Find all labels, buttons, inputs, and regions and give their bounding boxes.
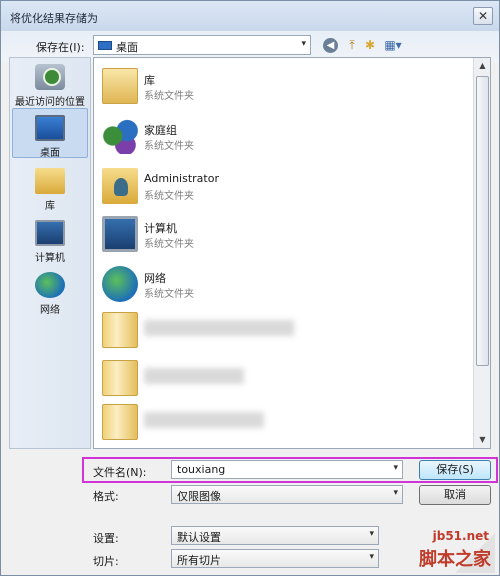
slices-value: 所有切片 [177, 554, 221, 567]
list-item[interactable] [98, 398, 458, 446]
window-title: 将优化结果存储为 [10, 12, 98, 25]
slices-select[interactable]: 所有切片 ▾ [171, 549, 379, 568]
save-as-dialog: 将优化结果存储为 ✕ 保存在(I): 桌面 ▾ ◀ ⤒ ✱ ▦▾ 最近访问的位置… [0, 0, 500, 576]
blurred-name [144, 368, 244, 384]
places-bar: 最近访问的位置 桌面 库 计算机 网络 [9, 57, 91, 449]
place-computer[interactable]: 计算机 [12, 220, 88, 264]
filename-input[interactable]: touxiang ▾ [171, 460, 403, 479]
folder-icon [102, 312, 138, 348]
library-folder-icon [102, 68, 138, 104]
format-select[interactable]: 仅限图像 ▾ [171, 485, 403, 504]
list-item[interactable]: 库 系统文件夹 [98, 62, 458, 110]
place-label: 最近访问的位置 [15, 97, 85, 108]
file-list: 库 系统文件夹 家庭组 系统文件夹 Administrator 系统文件夹 计算… [93, 57, 491, 449]
blurred-name [144, 320, 294, 336]
place-recent[interactable]: 最近访问的位置 [12, 64, 88, 108]
save-in-label: 保存在(I): [36, 41, 85, 54]
user-folder-icon [102, 168, 138, 204]
location-value: 桌面 [116, 41, 138, 54]
item-kind: 系统文件夹 [144, 191, 194, 202]
scroll-thumb[interactable] [476, 76, 489, 366]
title-bar: 将优化结果存储为 ✕ [1, 1, 499, 31]
item-name: 家庭组 [144, 124, 177, 137]
folder-icon [102, 360, 138, 396]
chevron-down-icon: ▾ [301, 39, 306, 49]
filename-label: 文件名(N): [93, 466, 147, 479]
item-name: 计算机 [144, 222, 177, 235]
chevron-down-icon[interactable]: ▾ [393, 463, 398, 473]
list-item[interactable]: 计算机 系统文件夹 [98, 210, 458, 258]
list-item[interactable]: 网络 系统文件夹 [98, 260, 458, 308]
watermark: jb51.net 脚本之家 [375, 529, 495, 573]
settings-value: 默认设置 [177, 531, 221, 544]
place-label: 桌面 [40, 148, 60, 159]
item-name: 网络 [144, 272, 166, 285]
blurred-name [144, 412, 264, 428]
computer-icon [35, 220, 65, 246]
item-kind: 系统文件夹 [144, 141, 194, 152]
slices-label: 切片: [93, 555, 119, 568]
settings-label: 设置: [93, 532, 119, 545]
network-icon [35, 272, 65, 298]
place-desktop[interactable]: 桌面 [12, 108, 88, 159]
list-item[interactable] [98, 354, 458, 402]
close-button[interactable]: ✕ [473, 7, 493, 25]
place-library[interactable]: 库 [12, 168, 88, 212]
computer-icon [102, 216, 138, 252]
item-kind: 系统文件夹 [144, 289, 194, 300]
list-item[interactable]: Administrator 系统文件夹 [98, 162, 458, 210]
new-folder-icon[interactable]: ✱ [361, 36, 379, 54]
up-folder-icon[interactable]: ⤒ [343, 36, 361, 54]
list-item[interactable]: 家庭组 系统文件夹 [98, 112, 458, 160]
desktop-icon [98, 41, 112, 50]
cancel-button[interactable]: 取消 [419, 485, 491, 505]
place-label: 库 [45, 201, 55, 212]
scroll-up-icon[interactable]: ▲ [475, 58, 490, 74]
chevron-down-icon: ▾ [393, 488, 398, 498]
back-icon[interactable]: ◀ [323, 38, 338, 53]
item-kind: 系统文件夹 [144, 91, 194, 102]
item-name: Administrator [144, 172, 219, 185]
view-menu-icon[interactable]: ▦▾ [381, 36, 405, 54]
library-icon [35, 168, 65, 194]
watermark-name: 脚本之家 [419, 549, 491, 570]
recent-places-icon [35, 64, 65, 90]
format-value: 仅限图像 [177, 490, 221, 503]
item-kind: 系统文件夹 [144, 239, 194, 250]
list-item[interactable] [98, 306, 458, 354]
location-dropdown[interactable]: 桌面 ▾ [93, 35, 311, 55]
network-icon [102, 266, 138, 302]
vertical-scrollbar[interactable]: ▲ ▼ [473, 58, 490, 448]
format-label: 格式: [93, 490, 119, 503]
folder-icon [102, 404, 138, 440]
chevron-down-icon: ▾ [369, 552, 374, 562]
homegroup-icon [102, 118, 138, 154]
place-network[interactable]: 网络 [12, 272, 88, 316]
place-label: 计算机 [35, 253, 65, 264]
chevron-down-icon: ▾ [369, 529, 374, 539]
settings-select[interactable]: 默认设置 ▾ [171, 526, 379, 545]
save-button[interactable]: 保存(S) [419, 460, 491, 480]
desktop-icon [35, 115, 65, 141]
place-label: 网络 [40, 305, 60, 316]
scroll-down-icon[interactable]: ▼ [475, 432, 490, 448]
filename-value: touxiang [177, 463, 226, 476]
item-name: 库 [144, 74, 155, 87]
watermark-url: jb51.net [432, 529, 489, 543]
